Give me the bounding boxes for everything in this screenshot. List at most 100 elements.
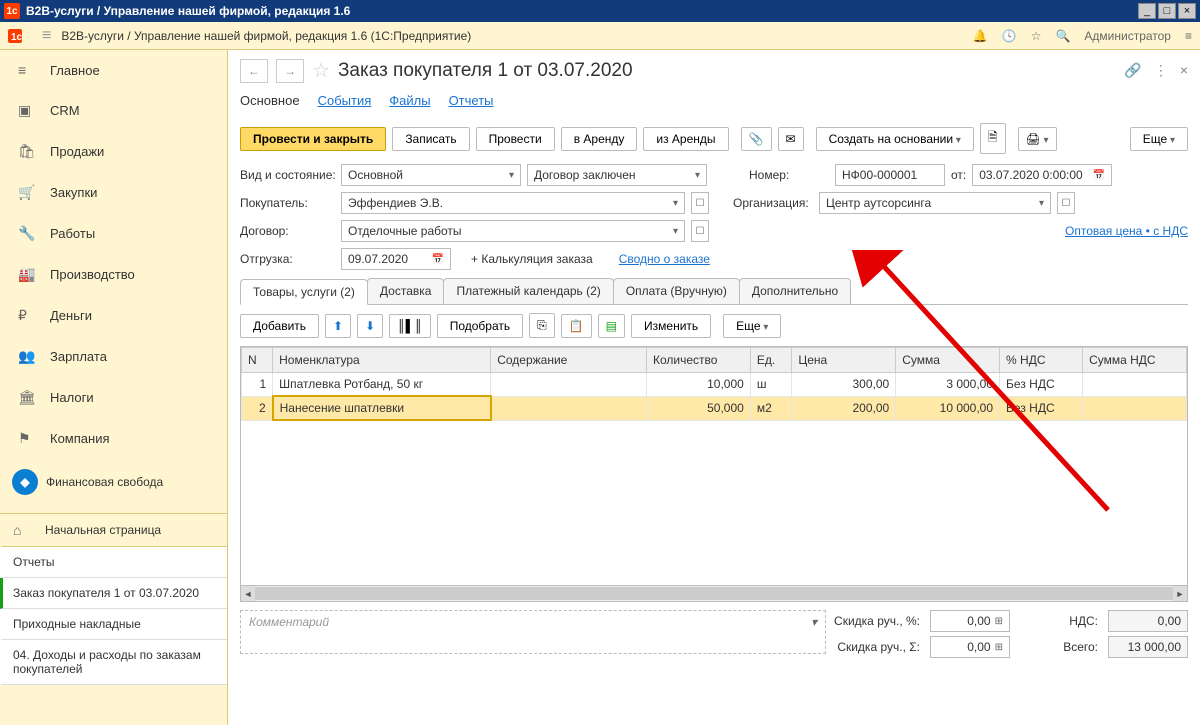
tab-payment-calendar[interactable]: Платежный календарь (2) (443, 278, 613, 304)
post-button[interactable]: Провести (476, 127, 555, 151)
create-based-button[interactable]: Создать на основании (816, 127, 974, 151)
move-up-button[interactable]: ⬆ (325, 314, 351, 338)
select-items-button[interactable]: Подобрать (437, 314, 523, 338)
sidebar-item-5[interactable]: 🏭Производство (0, 254, 227, 295)
attachment-button[interactable]: 📎 (741, 127, 772, 151)
tab-additional[interactable]: Дополнительно (739, 278, 851, 304)
sidebar-item-0[interactable]: ≡Главное (0, 50, 227, 90)
scroll-thumb[interactable] (255, 587, 1173, 600)
from-rent-button[interactable]: из Аренды (643, 127, 728, 151)
sidebar-item-1[interactable]: ▣CRM (0, 90, 227, 131)
sidebar-item-4[interactable]: 🔧Работы (0, 213, 227, 254)
menu-icon[interactable]: ≡ (42, 27, 51, 45)
paste-button[interactable]: 📋 (561, 314, 592, 338)
sidebar-open-4[interactable]: 04. Доходы и расходы по заказам покупате… (0, 640, 227, 685)
col-header[interactable]: N (242, 348, 273, 373)
col-header[interactable]: Содержание (491, 348, 647, 373)
buyer-open-button[interactable]: ☐ (691, 192, 709, 214)
close-tab-button[interactable]: × (1180, 62, 1188, 79)
summary-link[interactable]: Сводно о заказе (619, 252, 710, 266)
link-icon[interactable]: 🔗 (1124, 62, 1141, 79)
col-header[interactable]: Количество (646, 348, 750, 373)
comment-expand-icon[interactable]: ▾ (811, 615, 817, 629)
scroll-right-icon[interactable]: ► (1173, 586, 1187, 601)
col-header[interactable]: Номенклатура (273, 348, 491, 373)
post-close-button[interactable]: Провести и закрыть (240, 127, 386, 151)
user-label[interactable]: Администратор (1084, 29, 1171, 43)
save-button[interactable]: Записать (392, 127, 469, 151)
calc-link[interactable]: + Калькуляция заказа (471, 252, 593, 266)
fill-button[interactable]: ▤ (598, 314, 625, 338)
nav-back-button[interactable]: ← (240, 59, 268, 83)
comment-input[interactable]: Комментарий ▾ (240, 610, 826, 654)
col-header[interactable]: Ед. (750, 348, 792, 373)
sidebar-item-2[interactable]: 🛍Продажи (0, 131, 227, 172)
add-row-button[interactable]: Добавить (240, 314, 319, 338)
number-input[interactable]: НФ00-000001 (835, 164, 945, 186)
sidebar-item-7[interactable]: 👥Зарплата (0, 336, 227, 377)
restore-button[interactable]: □ (1158, 3, 1176, 19)
sidebar-open-0[interactable]: ⌂Начальная страница (0, 514, 227, 547)
col-header[interactable]: Сумма НДС (1083, 348, 1187, 373)
sidebar-financial-freedom[interactable]: ◆ Финансовая свобода (0, 459, 227, 505)
tab-delivery[interactable]: Доставка (367, 278, 445, 304)
sidebar-item-8[interactable]: 🏛Налоги (0, 377, 227, 418)
org-input[interactable]: Центр аутсорсинга▾ (819, 192, 1051, 214)
settings-icon[interactable]: ≡ (1185, 29, 1192, 43)
sidebar-item-3[interactable]: 🛒Закупки (0, 172, 227, 213)
sidebar-label: Деньги (50, 308, 92, 323)
horizontal-scrollbar[interactable]: ◄ ► (240, 586, 1188, 602)
close-window-button[interactable]: × (1178, 3, 1196, 19)
search-icon[interactable]: 🔍 (1055, 29, 1070, 43)
bell-icon[interactable]: 🔔 (973, 29, 988, 43)
buyer-input[interactable]: Эффендиев Э.В.▾ (341, 192, 685, 214)
sidebar-open-2[interactable]: Заказ покупателя 1 от 03.07.2020 (0, 578, 227, 609)
sidebar-label: Работы (50, 226, 95, 241)
price-type-link[interactable]: Оптовая цена • с НДС (1065, 224, 1188, 238)
date-input[interactable]: 03.07.2020 0:00:00📅 (972, 164, 1112, 186)
tab-payment[interactable]: Оплата (Вручную) (613, 278, 740, 304)
disc-pct-input[interactable]: 0,00⊞ (930, 610, 1010, 632)
to-rent-button[interactable]: в Аренду (561, 127, 638, 151)
sub-tab-reports[interactable]: Отчеты (449, 93, 494, 108)
sidebar-open-1[interactable]: Отчеты (0, 547, 227, 578)
more-icon[interactable]: ⋮ (1154, 62, 1168, 79)
sidebar-item-9[interactable]: ⚑Компания (0, 418, 227, 459)
sub-tab-files[interactable]: Файлы (389, 93, 430, 108)
tab-goods[interactable]: Товары, услуги (2) (240, 279, 368, 305)
sidebar-open-3[interactable]: Приходные накладные (0, 609, 227, 640)
move-down-button[interactable]: ⬇ (357, 314, 383, 338)
table-more-button[interactable]: Еще (723, 314, 781, 338)
print-button[interactable]: 🖨 (1018, 127, 1057, 151)
sidebar-item-6[interactable]: ₽Деньги (0, 295, 227, 336)
sub-tab-events[interactable]: События (318, 93, 372, 108)
type-input[interactable]: Основной▾ (341, 164, 521, 186)
barcode-button[interactable]: ║▌║ (389, 314, 431, 338)
more-actions-button[interactable]: Еще (1130, 127, 1188, 151)
sub-tab-main[interactable]: Основное (240, 93, 300, 108)
contract-input[interactable]: Отделочные работы▾ (341, 220, 685, 242)
org-open-button[interactable]: ☐ (1057, 192, 1075, 214)
shipment-date-input[interactable]: 09.07.2020📅 (341, 248, 451, 270)
minimize-button[interactable]: _ (1138, 3, 1156, 19)
contract-open-button[interactable]: ☐ (691, 220, 709, 242)
nav-forward-button[interactable]: → (276, 59, 304, 83)
history-icon[interactable]: 🕓 (1002, 29, 1017, 43)
email-button[interactable]: ✉ (778, 127, 804, 151)
copy-button[interactable]: ⎘ (529, 313, 555, 338)
items-table[interactable]: NНоменклатураСодержаниеКоличествоЕд.Цена… (240, 346, 1188, 586)
report-button[interactable]: 🗎 (980, 123, 1006, 154)
table-row[interactable]: 1Шпатлевка Ротбанд, 50 кг10,000ш300,003 … (242, 373, 1187, 397)
star-icon[interactable]: ☆ (1031, 29, 1042, 43)
fin-free-icon: ◆ (12, 469, 38, 495)
col-header[interactable]: % НДС (1000, 348, 1083, 373)
sidebar-label: Компания (50, 431, 110, 446)
col-header[interactable]: Цена (792, 348, 896, 373)
disc-sum-input[interactable]: 0,00⊞ (930, 636, 1010, 658)
scroll-left-icon[interactable]: ◄ (241, 586, 255, 601)
state-input[interactable]: Договор заключен▾ (527, 164, 707, 186)
edit-button[interactable]: Изменить (631, 314, 711, 338)
favorite-star[interactable]: ☆ (312, 58, 330, 83)
table-row[interactable]: 2Нанесение шпатлевки50,000м2200,0010 000… (242, 396, 1187, 420)
col-header[interactable]: Сумма (896, 348, 1000, 373)
